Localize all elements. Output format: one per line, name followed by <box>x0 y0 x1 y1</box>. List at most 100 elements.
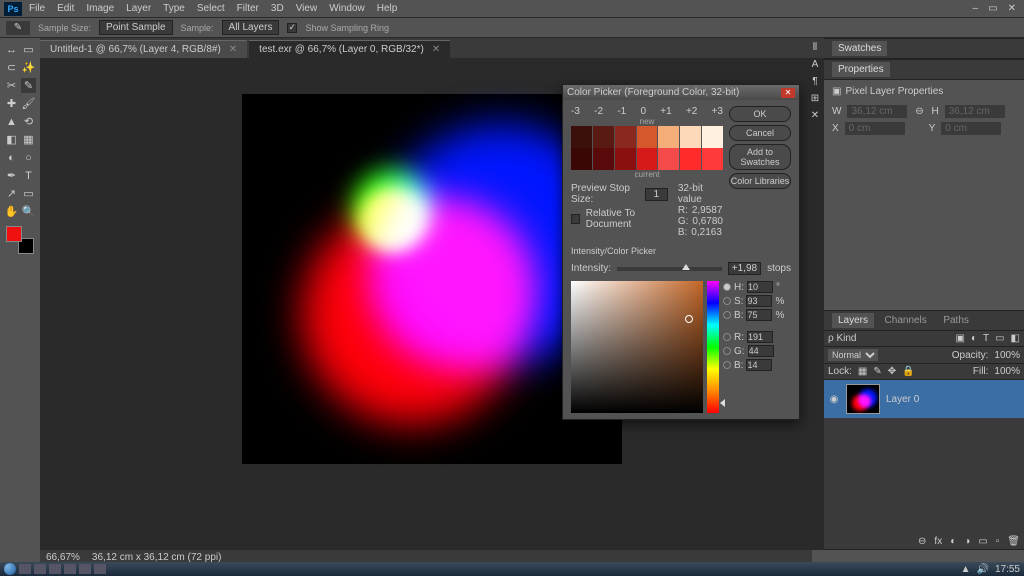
path-tool[interactable]: ↗ <box>4 186 19 201</box>
eyedropper-tool[interactable]: ✎ <box>21 78 36 93</box>
volume-icon[interactable]: 🔊 <box>977 564 989 575</box>
menu-type[interactable]: Type <box>158 3 190 14</box>
task-item[interactable] <box>94 564 106 574</box>
hand-tool[interactable]: ✋ <box>4 204 19 219</box>
window-restore-icon[interactable]: ▭ <box>984 3 1001 14</box>
layer-name[interactable]: Layer 0 <box>886 394 919 405</box>
lock-all-icon[interactable]: 🔒 <box>902 366 914 377</box>
gradient-tool[interactable]: ▦ <box>21 132 36 147</box>
filter-type-icon[interactable]: T <box>983 333 989 344</box>
histogram-icon[interactable]: ⫴ <box>813 42 817 53</box>
heal-tool[interactable]: ✚ <box>4 96 19 111</box>
link-layers-icon[interactable]: ⊖ <box>918 536 926 547</box>
fill-value[interactable]: 100% <box>994 366 1020 377</box>
task-item[interactable] <box>64 564 76 574</box>
intensity-value[interactable]: +1,98 <box>728 262 761 275</box>
task-item[interactable] <box>79 564 91 574</box>
b-radio[interactable] <box>723 311 731 319</box>
layer-row[interactable]: ◉ Layer 0 <box>824 380 1024 418</box>
char-icon[interactable]: A <box>812 59 819 70</box>
properties-tab[interactable]: Properties <box>832 62 890 77</box>
b-field[interactable] <box>746 309 772 321</box>
height-field[interactable]: 36,12 cm <box>945 105 1005 118</box>
lock-pos-icon[interactable]: ✥ <box>888 366 896 377</box>
paths-tab[interactable]: Paths <box>937 313 975 328</box>
color-libraries-button[interactable]: Color Libraries <box>729 173 791 189</box>
channels-tab[interactable]: Channels <box>879 313 933 328</box>
tray-icon[interactable]: ▲ <box>961 564 971 575</box>
shape-tool[interactable]: ▭ <box>21 186 36 201</box>
task-item[interactable] <box>49 564 61 574</box>
s-field[interactable] <box>746 295 772 307</box>
preview-stop-spinner[interactable]: 1 <box>645 188 668 201</box>
doc-tab-1[interactable]: test.exr @ 66,7% (Layer 0, RGB/32*)✕ <box>249 40 450 58</box>
wand-tool[interactable]: ✨ <box>21 60 36 75</box>
menu-edit[interactable]: Edit <box>52 3 79 14</box>
lasso-tool[interactable]: ⊂ <box>4 60 19 75</box>
sample-size-select[interactable]: Point Sample <box>99 20 172 35</box>
lock-paint-icon[interactable]: ✎ <box>873 366 881 377</box>
y-field[interactable]: 0 cm <box>941 122 1001 135</box>
menu-layer[interactable]: Layer <box>121 3 156 14</box>
doc-info[interactable]: 36,12 cm x 36,12 cm (72 ppi) <box>92 552 222 563</box>
menu-view[interactable]: View <box>291 3 323 14</box>
g-field[interactable] <box>748 345 774 357</box>
eyedropper-icon[interactable]: ✎ <box>6 21 30 35</box>
menu-image[interactable]: Image <box>81 3 119 14</box>
stops-bottom[interactable] <box>571 148 723 170</box>
show-sampling-checkbox[interactable] <box>287 23 297 33</box>
task-item[interactable] <box>34 564 46 574</box>
clock[interactable]: 17:55 <box>995 564 1020 575</box>
filter-smart-icon[interactable]: ◧ <box>1011 333 1020 344</box>
layer-thumbnail[interactable] <box>846 384 880 414</box>
cancel-button[interactable]: Cancel <box>729 125 791 141</box>
blend-mode-select[interactable]: Normal <box>828 349 878 361</box>
g-radio[interactable] <box>723 347 731 355</box>
sample-select[interactable]: All Layers <box>222 20 280 35</box>
menu-file[interactable]: File <box>24 3 50 14</box>
filter-shape-icon[interactable]: ▭ <box>995 333 1004 344</box>
group-icon[interactable]: ▭ <box>978 536 987 547</box>
stamp-tool[interactable]: ▲ <box>4 114 19 129</box>
menu-help[interactable]: Help <box>372 3 403 14</box>
ruler-icon[interactable]: ⊞ <box>811 93 819 104</box>
task-item[interactable] <box>19 564 31 574</box>
relative-checkbox[interactable] <box>571 214 580 224</box>
dialog-titlebar[interactable]: Color Picker (Foreground Color, 32-bit) … <box>563 85 799 100</box>
menu-select[interactable]: Select <box>192 3 230 14</box>
eraser-tool[interactable]: ◧ <box>4 132 19 147</box>
marquee-tool[interactable]: ▭ <box>21 42 36 57</box>
doc-tab-0[interactable]: Untitled-1 @ 66,7% (Layer 4, RGB/8#)✕ <box>40 40 247 58</box>
foreground-color-swatch[interactable] <box>6 226 22 242</box>
close-icon[interactable]: ✕ <box>432 44 440 55</box>
s-radio[interactable] <box>723 297 731 305</box>
b2-radio[interactable] <box>723 361 731 369</box>
color-swatches[interactable] <box>6 226 34 254</box>
crop-tool[interactable]: ✂ <box>4 78 19 93</box>
hue-slider[interactable] <box>707 281 719 413</box>
new-layer-icon[interactable]: ▫ <box>996 536 1000 547</box>
layers-tab[interactable]: Layers <box>832 313 874 328</box>
fx-icon[interactable]: fx <box>934 536 942 547</box>
h-radio[interactable] <box>723 283 731 291</box>
pen-tool[interactable]: ✒ <box>4 168 19 183</box>
window-minimize-icon[interactable]: – <box>969 3 983 14</box>
zoom-value[interactable]: 66,67% <box>46 552 80 563</box>
start-button[interactable] <box>4 563 16 575</box>
mask-icon[interactable]: ◐ <box>950 536 956 547</box>
swatches-tab[interactable]: Swatches <box>832 41 887 56</box>
adjust-icon[interactable]: ◑ <box>964 536 970 547</box>
menu-3d[interactable]: 3D <box>266 3 289 14</box>
history-tool[interactable]: ⟲ <box>21 114 36 129</box>
menu-window[interactable]: Window <box>324 3 370 14</box>
close-icon[interactable]: ✕ <box>781 88 795 98</box>
type-tool[interactable]: T <box>21 168 36 183</box>
zoom-tool[interactable]: 🔍 <box>21 204 36 219</box>
b2-field[interactable] <box>746 359 772 371</box>
h-field[interactable] <box>747 281 773 293</box>
visibility-icon[interactable]: ◉ <box>828 394 840 405</box>
close-icon[interactable]: ✕ <box>229 44 237 55</box>
window-close-icon[interactable]: ✕ <box>1004 3 1020 14</box>
filter-adjust-icon[interactable]: ◐ <box>971 333 977 344</box>
intensity-slider[interactable] <box>617 267 722 271</box>
